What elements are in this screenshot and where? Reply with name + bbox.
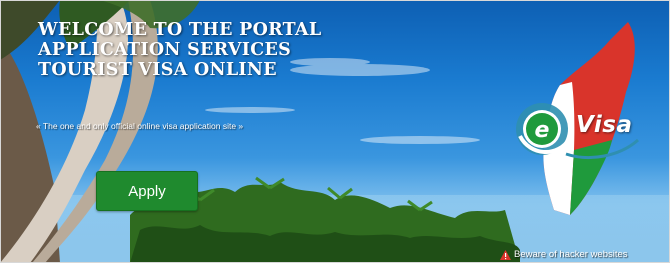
welcome-title: WELCOME TO THE PORTAL APPLICATION SERVIC… <box>38 20 322 80</box>
apply-button[interactable]: Apply <box>96 171 198 211</box>
evisa-logo-text: Visa <box>576 112 633 138</box>
hacker-warning-icon <box>500 249 511 260</box>
title-line-3: TOURIST VISA ONLINE <box>38 60 277 80</box>
title-line-1: WELCOME TO THE PORTAL <box>38 20 322 40</box>
title-line-2: APPLICATION SERVICES <box>38 40 292 60</box>
hacker-warning[interactable]: Beware of hacker websites <box>500 248 628 261</box>
hacker-warning-text[interactable]: Beware of hacker websites <box>514 249 628 260</box>
official-site-subtitle: « The one and only official online visa … <box>36 121 244 131</box>
hero-banner: WELCOME TO THE PORTAL APPLICATION SERVIC… <box>0 0 670 263</box>
evisa-e-letter: e <box>535 118 550 143</box>
